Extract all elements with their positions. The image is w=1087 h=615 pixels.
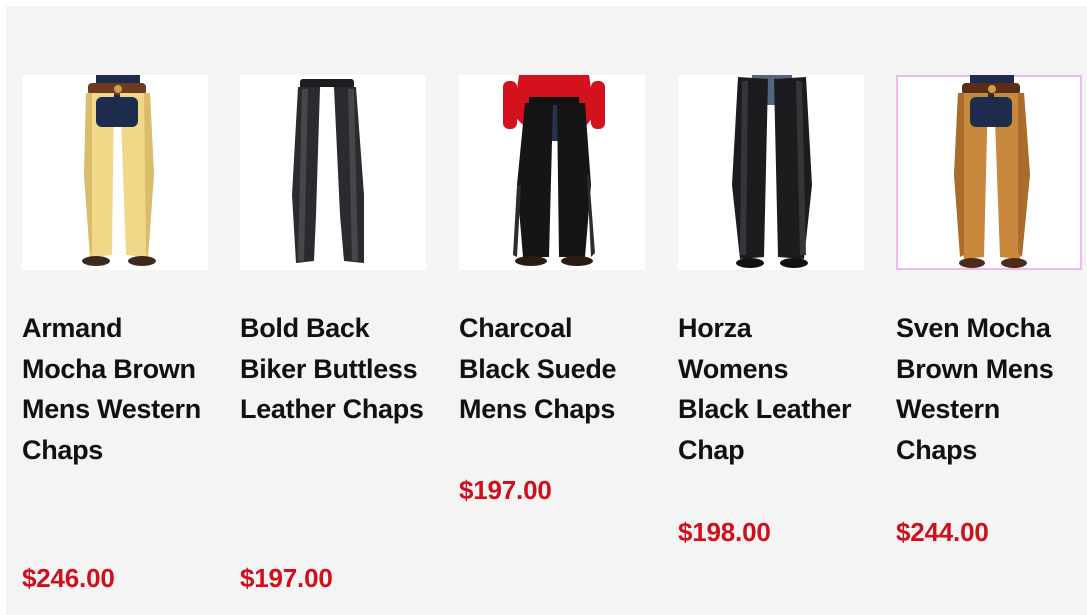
product-grid-panel: Armand Mocha Brown Mens Western Chaps $2… [6, 6, 1087, 615]
product-title[interactable]: Charcoal Black Suede Mens Chaps [459, 308, 645, 430]
product-image[interactable] [240, 75, 426, 270]
product-price: $197.00 [459, 475, 552, 505]
product-card[interactable]: Sven Mocha Brown Mens Western Chaps $244… [896, 75, 1082, 547]
product-price: $197.00 [240, 563, 333, 593]
product-price: $244.00 [896, 517, 989, 547]
product-card[interactable]: Horza Womens Black Leather Chap $198.00 [678, 75, 864, 547]
product-image[interactable] [896, 75, 1082, 270]
product-image[interactable] [459, 75, 645, 270]
product-card[interactable]: Bold Back Biker Buttless Leather Chaps $… [240, 75, 426, 593]
black-biker-chaps-image [292, 79, 364, 263]
product-image[interactable] [678, 75, 864, 270]
product-price: $246.00 [22, 563, 115, 593]
product-title[interactable]: Sven Mocha Brown Mens Western Chaps [896, 308, 1082, 470]
product-card[interactable]: Charcoal Black Suede Mens Chaps $197.00 [459, 75, 645, 505]
product-price: $198.00 [678, 517, 771, 547]
product-image[interactable] [22, 75, 208, 270]
product-title[interactable]: Horza Womens Black Leather Chap [678, 308, 864, 470]
product-title[interactable]: Armand Mocha Brown Mens Western Chaps [22, 308, 208, 470]
product-card[interactable]: Armand Mocha Brown Mens Western Chaps $2… [22, 75, 208, 593]
mocha-brown-chaps-image [954, 75, 1030, 268]
tan-leather-chaps-image [82, 75, 156, 266]
black-suede-fringe-chaps-image [503, 75, 605, 266]
womens-black-leather-chaps-image [732, 75, 812, 268]
product-title[interactable]: Bold Back Biker Buttless Leather Chaps [240, 308, 426, 430]
